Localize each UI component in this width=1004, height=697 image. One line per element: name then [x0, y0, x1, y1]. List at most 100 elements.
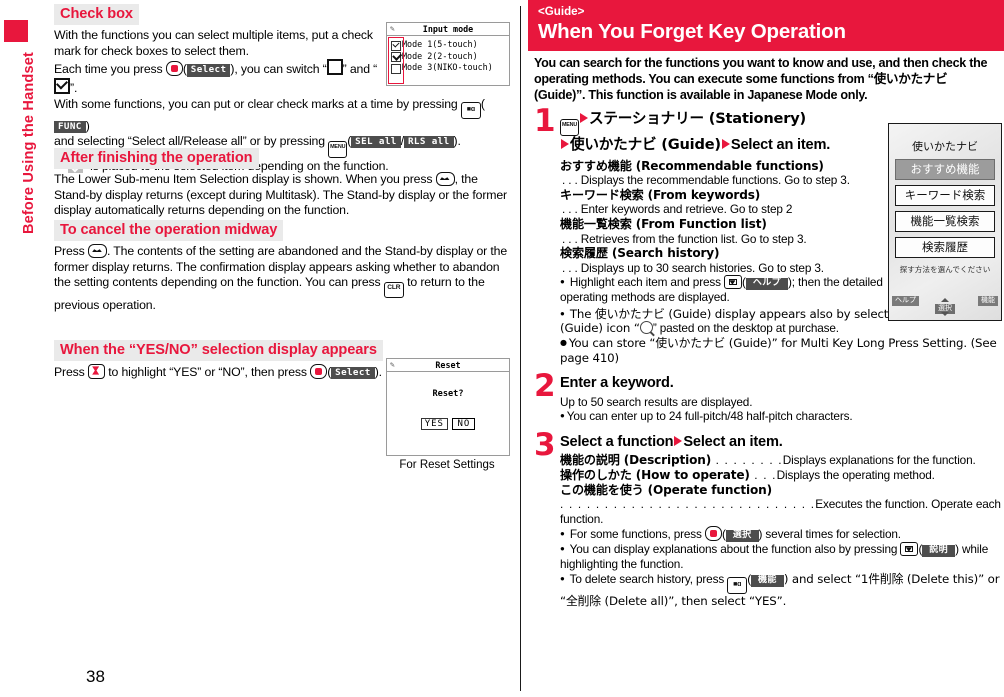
s1b1b: ” pasted on the desktop at purchase.	[652, 321, 839, 336]
s3b0a: For some functions, press	[569, 527, 702, 542]
chapter-side-tab: Before Using the Handset	[0, 0, 37, 697]
step-1-def-term: キーワード検索 (From keywords)	[560, 187, 761, 202]
no-button[interactable]: NO	[452, 418, 476, 430]
s1b0a: Highlight each item and press	[569, 275, 721, 290]
step-1-def-desc: . . . Displays the recommendable functio…	[562, 173, 850, 188]
phone-softkey-right[interactable]: 機能	[978, 296, 998, 306]
step-3-def-desc: Displays explanations for the function.	[782, 453, 976, 468]
step-3-def: 機能の説明 (Description) . . . . . . . .Displ…	[560, 453, 1004, 468]
menu-key-icon: MENU	[560, 119, 579, 137]
step-3-def: . . . . . . . . . . . . . . . . . . . . …	[560, 497, 1004, 526]
cb-p3a: With some functions, you can put or clea…	[54, 96, 458, 111]
select-softkey-label: 選択	[725, 530, 759, 543]
step-2-bullet: You can enter up to 24 full-pitch/48 hal…	[560, 409, 996, 424]
step-1-def-term: 機能一覧検索 (From Function list)	[560, 216, 767, 231]
step-3-def-term: この機能を使う (Operate function)	[560, 482, 772, 497]
step-3-title-c: Select a function	[560, 433, 674, 450]
mail-key-icon	[900, 542, 919, 557]
section-heading-yes-no: When the “YES/NO” selection display appe…	[54, 340, 383, 362]
down-arrow-icon	[941, 312, 949, 320]
step-3-title: Select a function Select an item.	[560, 434, 996, 452]
function-softkey-label: 機能	[751, 574, 784, 587]
screenshot-reset-wrap: ✎ Reset Reset? YES NO For Reset Settings	[386, 358, 510, 471]
step-1-title-a: ステーショナリー (Stationery)	[589, 110, 807, 128]
step-1-def-desc: . . . Retrieves from the function list. …	[562, 231, 807, 246]
checkbox-checked-icon	[54, 78, 70, 95]
i-alpha-key-icon: ■ɑ	[460, 102, 481, 119]
phone-menu-item-keyword-search[interactable]: キーワード検索	[895, 185, 995, 206]
check-box-paragraph-2: Each time you press (Select), you can sw…	[54, 59, 389, 96]
check-box-text: With the functions you can select multip…	[54, 28, 389, 96]
checkbox-empty-icon	[326, 59, 343, 76]
step-3-def-desc: Displays the operating method.	[776, 468, 935, 483]
end-key-icon	[87, 244, 107, 259]
up-arrow-icon	[941, 294, 949, 302]
input-mode-row[interactable]: Mode 3(NIKO-touch)	[390, 62, 509, 74]
banner-guide-tag: <Guide>	[538, 5, 585, 18]
select-key-icon	[165, 61, 183, 77]
end-key-icon	[435, 172, 455, 187]
arrow-icon	[674, 435, 683, 446]
step-1-bullet: You can store “使いかたナビ (Guide)” for Multi…	[560, 336, 1004, 365]
step-3-def-term: 機能の説明 (Description)	[560, 453, 712, 468]
screenshot-reset-caption: For Reset Settings	[399, 459, 495, 471]
cb-p2a: Each time you press	[54, 62, 163, 77]
step-1-def-term: おすすめ機能 (Recommendable functions)	[560, 158, 824, 173]
right-column: <Guide> When You Forget Key Operation Yo…	[528, 0, 1004, 697]
step-3-def-term: 操作のしかた (How to operate)	[560, 468, 750, 483]
cb-p2c: ” and “	[342, 62, 378, 77]
step-1-title-c: Select an item.	[730, 137, 831, 154]
step-2-number: 2	[534, 368, 556, 405]
step-1-def-desc: . . . Enter keywords and retrieve. Go to…	[562, 202, 793, 217]
phone-mock-hint: 探す方法を選んでください	[899, 265, 991, 274]
section-after-finishing: After finishing the operation The Lower …	[54, 148, 509, 219]
rls-all-softkey-label: RLS all	[403, 136, 454, 149]
phone-menu-item-search-history[interactable]: 検索履歴	[895, 237, 995, 258]
step-2-title: Enter a keyword.	[560, 375, 674, 392]
pen-icon: ✎	[390, 24, 395, 33]
step-3-def-dots: . . . . . . . .	[711, 453, 783, 468]
s3b1a: You can display explanations about the f…	[569, 542, 898, 557]
phone-softkey-bar: ヘルプ 機能 選択	[889, 292, 1001, 318]
step-3-bullet: You can display explanations about the f…	[560, 542, 1004, 572]
reset-prompt: Reset?	[432, 389, 464, 399]
step-3-number: 3	[534, 426, 556, 463]
step-2-text: Up to 50 search results are displayed.	[560, 394, 753, 409]
page-number: 38	[86, 667, 105, 686]
mail-key-icon	[724, 275, 743, 290]
step-1-number: 1	[534, 103, 556, 140]
phone-menu-item-function-list[interactable]: 機能一覧検索	[895, 211, 995, 232]
yes-button[interactable]: YES	[420, 418, 448, 430]
select-key-icon	[310, 364, 328, 380]
cancel-midway-paragraph: Press . The contents of the setting are …	[54, 244, 509, 314]
s3b0b: ) several times for selection.	[758, 527, 902, 542]
reset-yes-no: YES NO	[387, 413, 509, 431]
input-mode-row[interactable]: Mode 1(5-touch)	[390, 39, 509, 51]
banner-title: When You Forget Key Operation	[538, 19, 846, 43]
clr-key-icon: CLR	[383, 281, 404, 299]
screenshot-input-mode-title: ✎ Input mode	[387, 23, 509, 36]
input-mode-row[interactable]: Mode 2(2-touch)	[390, 51, 509, 62]
step-3-def-dots: . . .	[749, 468, 777, 483]
check-box-paragraph-3: With some functions, you can put or clea…	[54, 96, 485, 133]
section-heading-cancel-midway: To cancel the operation midway	[54, 220, 284, 242]
cb-p2d: ”.	[70, 81, 78, 96]
step-3-def-dots: . . . . . . . . . . . . . . . . . . . . …	[560, 497, 816, 512]
phone-softkey-left[interactable]: ヘルプ	[892, 296, 919, 306]
section-banner: <Guide> When You Forget Key Operation	[528, 0, 1004, 52]
sel-all-softkey-label: SEL all	[351, 136, 401, 149]
help-softkey-label: ヘルプ	[745, 278, 789, 291]
step-1-title: MENU ステーショナリー (Stationery) 使いかたナビ (Guide)…	[560, 110, 890, 155]
step-3-def: 操作のしかた (How to operate) . . .Displays th…	[560, 468, 1004, 483]
yn-a: Press	[54, 365, 85, 380]
step-3-body: 機能の説明 (Description) . . . . . . . .Displ…	[560, 453, 1004, 608]
intro-text: You can search for the functions you wan…	[534, 56, 988, 102]
step-1-title-b: 使いかたナビ (Guide)	[570, 136, 721, 154]
phone-menu-item-recommendable[interactable]: おすすめ機能	[895, 159, 995, 180]
step-1-def-term: 検索履歴 (Search history)	[560, 246, 720, 261]
screenshot-reset: ✎ Reset Reset? YES NO	[386, 358, 510, 456]
step-1-bullet: Highlight each item and press (ヘルプ); the…	[560, 275, 900, 305]
guide-icon	[639, 321, 653, 335]
cb-p2b: ), you can switch “	[230, 62, 327, 77]
column-divider	[520, 6, 521, 691]
